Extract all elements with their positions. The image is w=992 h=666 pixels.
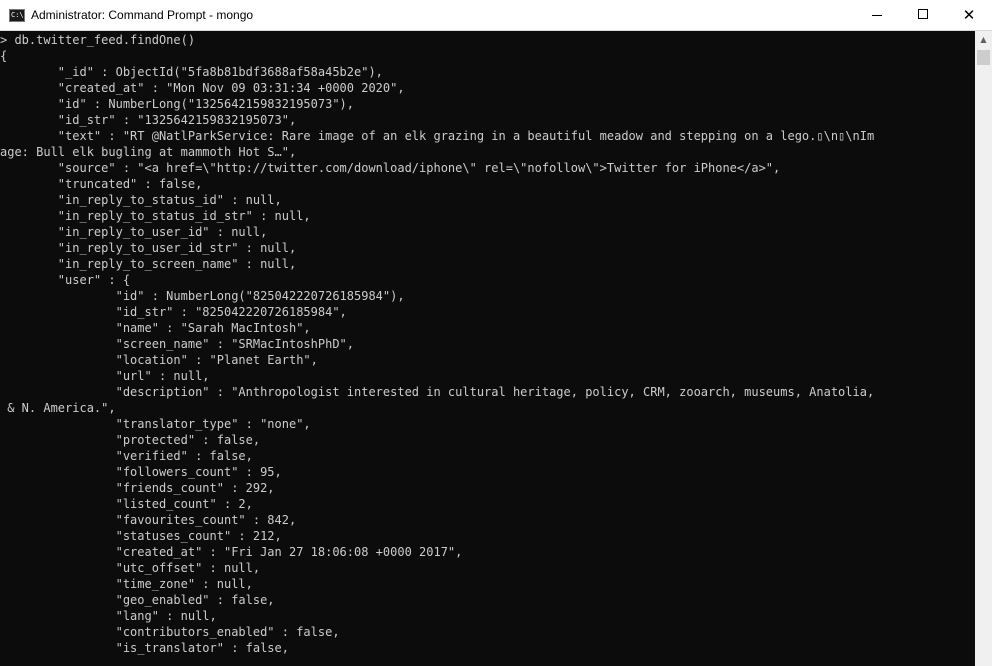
console-line: "lang" : null, [0,609,217,623]
console-line: & N. America.", [0,401,116,415]
command-prompt-window: C:\ Administrator: Command Prompt - mong… [0,0,992,666]
close-icon: ✕ [962,6,976,24]
console-line: "created_at" : "Fri Jan 27 18:06:08 +000… [0,545,463,559]
scroll-thumb[interactable] [977,50,990,65]
maximize-icon [918,9,928,19]
console-line: "id" : NumberLong("1325642159832195073")… [0,97,355,111]
vertical-scrollbar[interactable]: ▲ [975,31,992,666]
command-prompt-icon[interactable]: C:\ [9,9,25,22]
console-line: "location" : "Planet Earth", [0,353,318,367]
console-line: "name" : "Sarah MacIntosh", [0,321,311,335]
console-line: "source" : "<a href=\"http://twitter.com… [0,161,781,175]
console-line: "protected" : false, [0,433,261,447]
console-line: "friends_count" : 292, [0,481,275,495]
console-line: "id" : NumberLong("825042220726185984"), [0,289,405,303]
console-line: "in_reply_to_status_id_str" : null, [0,209,311,223]
console-line: age: Bull elk bugling at mammoth Hot S…"… [0,145,297,159]
console-line: "in_reply_to_screen_name" : null, [0,257,297,271]
console-line: "in_reply_to_user_id" : null, [0,225,268,239]
console-line: "translator_type" : "none", [0,417,311,431]
console-line: "in_reply_to_status_id" : null, [0,193,282,207]
scroll-up-arrow-icon[interactable]: ▲ [975,31,992,48]
minimize-button[interactable] [854,0,900,30]
console-line: "truncated" : false, [0,177,203,191]
window-title: Administrator: Command Prompt - mongo [31,8,254,22]
console-line: > db.twitter_feed.findOne() [0,33,196,47]
console-line: "followers_count" : 95, [0,465,282,479]
console-line: "description" : "Anthropologist interest… [0,385,875,399]
console-line: "is_translator" : false, [0,641,289,655]
minimize-icon [872,15,882,16]
console-line: "verified" : false, [0,449,253,463]
console-line: "id_str" : "1325642159832195073", [0,113,297,127]
console-line: "id_str" : "825042220726185984", [0,305,347,319]
console-line: "url" : null, [0,369,210,383]
console-line: "listed_count" : 2, [0,497,253,511]
console-line: "contributors_enabled" : false, [0,625,340,639]
console-line: "utc_offset" : null, [0,561,261,575]
console-line: "favourites_count" : 842, [0,513,297,527]
console-line: "geo_enabled" : false, [0,593,275,607]
console-line: "text" : "RT @NatlParkService: Rare imag… [0,129,875,143]
console-lines: > db.twitter_feed.findOne() { "_id" : Obj… [0,32,874,656]
console-line: "created_at" : "Mon Nov 09 03:31:34 +000… [0,81,405,95]
console-line: "user" : { [0,273,131,287]
console-line: { [0,49,8,63]
console-line: "in_reply_to_user_id_str" : null, [0,241,297,255]
console-output[interactable]: > db.twitter_feed.findOne() { "_id" : Obj… [0,31,975,666]
console-line: "statuses_count" : 212, [0,529,282,543]
title-bar[interactable]: C:\ Administrator: Command Prompt - mong… [0,0,992,31]
console-line: "_id" : ObjectId("5fa8b81bdf3688af58a45b… [0,65,383,79]
close-button[interactable]: ✕ [946,0,992,30]
console-line: "time_zone" : null, [0,577,253,591]
maximize-button[interactable] [900,0,946,30]
console-line: "screen_name" : "SRMacIntoshPhD", [0,337,355,351]
